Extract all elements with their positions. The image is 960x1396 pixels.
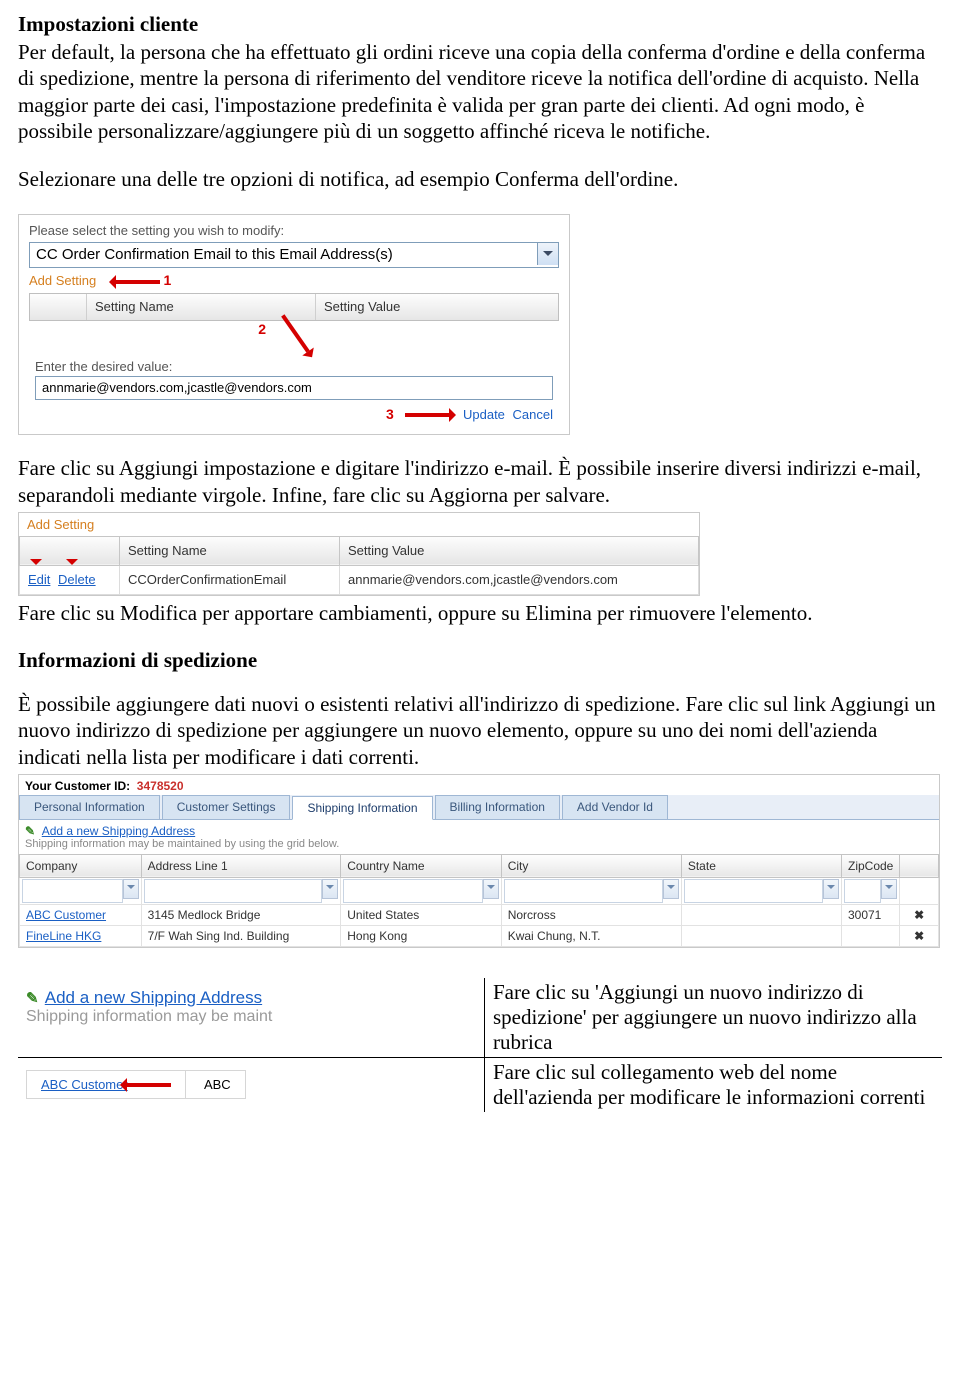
column-header: Country Name (341, 854, 501, 877)
filter-icon[interactable] (123, 879, 139, 899)
paragraph: Per default, la persona che ha effettuat… (18, 39, 942, 144)
column-header: Setting Name (120, 536, 340, 565)
table-header-row: Setting Name Setting Value (20, 536, 699, 565)
arrow-annotation-icon (405, 408, 455, 422)
explanation-table: ✎ Add a new Shipping Address Shipping in… (18, 978, 942, 1112)
column-header: Setting Value (316, 294, 558, 320)
tab-bar: Personal Information Customer Settings S… (19, 795, 939, 820)
filter-zip[interactable] (841, 877, 899, 904)
column-header: Company (20, 854, 142, 877)
annotation-number: 2 (258, 321, 266, 337)
filter-city[interactable] (501, 877, 681, 904)
paragraph: Fare clic su Modifica per apportare camb… (18, 600, 942, 626)
add-setting-link[interactable]: Add Setting (29, 273, 96, 288)
cell-address: 7/F Wah Sing Ind. Building (141, 925, 341, 946)
screenshot-shipping-grid: Your Customer ID: 3478520 Personal Infor… (18, 774, 940, 948)
pencil-icon: ✎ (26, 990, 39, 1007)
cell-setting-value: annmarie@vendors.com,jcastle@vendors.com (340, 565, 699, 594)
customer-id-label: Your Customer ID: (25, 779, 130, 793)
cell-state (681, 904, 841, 925)
delete-row-icon[interactable]: ✖ (900, 904, 939, 925)
paragraph: Selezionare una delle tre opzioni di not… (18, 166, 942, 192)
arrow-annotation-icon (30, 559, 42, 571)
annotation-number: 3 (386, 406, 394, 422)
tab-personal-information[interactable]: Personal Information (19, 795, 160, 819)
cell-address: 3145 Medlock Bridge (141, 904, 341, 925)
table-row: Edit Delete CCOrderConfirmationEmail ann… (20, 565, 699, 594)
heading-client-settings: Impostazioni cliente (18, 12, 942, 37)
prompt-label: Please select the setting you wish to mo… (29, 223, 559, 238)
column-header: ZipCode (841, 854, 899, 877)
tab-shipping-information[interactable]: Shipping Information (292, 796, 432, 820)
settings-dropdown[interactable]: CC Order Confirmation Email to this Emai… (29, 242, 559, 268)
cell-city: Kwai Chung, N.T. (501, 925, 681, 946)
paragraph: È possibile aggiungere dati nuovi o esis… (18, 691, 942, 770)
cell-value: ABC (190, 1071, 245, 1098)
column-header: Address Line 1 (141, 854, 341, 877)
explanation-text: Fare clic sul collegamento web del nome … (485, 1057, 943, 1112)
filter-icon[interactable] (663, 879, 679, 899)
table-row: ABC Customer 3145 Medlock Bridge United … (20, 904, 939, 925)
filter-icon[interactable] (881, 879, 897, 899)
chevron-down-icon[interactable] (537, 243, 558, 265)
filter-icon[interactable] (483, 879, 499, 899)
filter-icon[interactable] (322, 879, 338, 899)
tab-billing-information[interactable]: Billing Information (435, 795, 560, 819)
filter-company[interactable] (20, 877, 142, 904)
cell-setting-name: CCOrderConfirmationEmail (120, 565, 340, 594)
column-header: City (501, 854, 681, 877)
table-row: FineLine HKG 7/F Wah Sing Ind. Building … (20, 925, 939, 946)
settings-grid-header: Setting Name Setting Value (29, 293, 559, 321)
customer-id-value: 3478520 (137, 779, 184, 793)
pencil-icon: ✎ (25, 824, 35, 838)
delete-row-icon[interactable]: ✖ (900, 925, 939, 946)
cell-city: Norcross (501, 904, 681, 925)
screenshot-settings-grid: Add Setting Setting Name Setting Value E… (18, 512, 700, 596)
tab-customer-settings[interactable]: Customer Settings (162, 795, 291, 819)
column-header: Setting Value (340, 536, 699, 565)
company-link[interactable]: ABC Customer (26, 908, 106, 922)
add-setting-link[interactable]: Add Setting (19, 513, 699, 536)
arrow-annotation-icon (100, 275, 160, 289)
add-shipping-address-link[interactable]: Add a new Shipping Address (45, 988, 262, 1007)
cell-zip: 30071 (841, 904, 899, 925)
explanation-text: Fare clic su 'Aggiungi un nuovo indirizz… (485, 978, 943, 1058)
edit-link[interactable]: Edit (28, 572, 50, 587)
arrow-annotation-icon (66, 559, 78, 571)
filter-icon[interactable] (823, 879, 839, 899)
enter-value-label: Enter the desired value: (35, 359, 559, 374)
table-filter-row (20, 877, 939, 904)
cell-country: United States (341, 904, 501, 925)
add-shipping-address-link[interactable]: Add a new Shipping Address (42, 824, 195, 838)
update-link[interactable]: Update (463, 407, 505, 422)
dropdown-value: CC Order Confirmation Email to this Emai… (36, 246, 393, 263)
column-header: State (681, 854, 841, 877)
cancel-link[interactable]: Cancel (513, 407, 553, 422)
paragraph: Fare clic su Aggiungi impostazione e dig… (18, 455, 942, 508)
filter-country[interactable] (341, 877, 501, 904)
cell-state (681, 925, 841, 946)
cell-zip (841, 925, 899, 946)
setting-value-input[interactable]: annmarie@vendors.com,jcastle@vendors.com (35, 376, 553, 400)
hint-text: Shipping information may be maint (26, 1008, 272, 1025)
arrow-annotation-icon (131, 1078, 171, 1092)
company-link[interactable]: FineLine HKG (26, 929, 101, 943)
delete-link[interactable]: Delete (58, 572, 96, 587)
heading-shipping-info: Informazioni di spedizione (18, 648, 942, 673)
annotation-number: 1 (163, 272, 171, 288)
filter-address[interactable] (141, 877, 341, 904)
filter-state[interactable] (681, 877, 841, 904)
screenshot-settings-dialog: Please select the setting you wish to mo… (18, 214, 570, 435)
grid-hint: Shipping information may be maintained b… (19, 838, 939, 854)
tab-add-vendor-id[interactable]: Add Vendor Id (562, 795, 668, 819)
table-header-row: Company Address Line 1 Country Name City… (20, 854, 939, 877)
mini-grid-row: ABC Customer ABC (26, 1070, 246, 1100)
cell-country: Hong Kong (341, 925, 501, 946)
